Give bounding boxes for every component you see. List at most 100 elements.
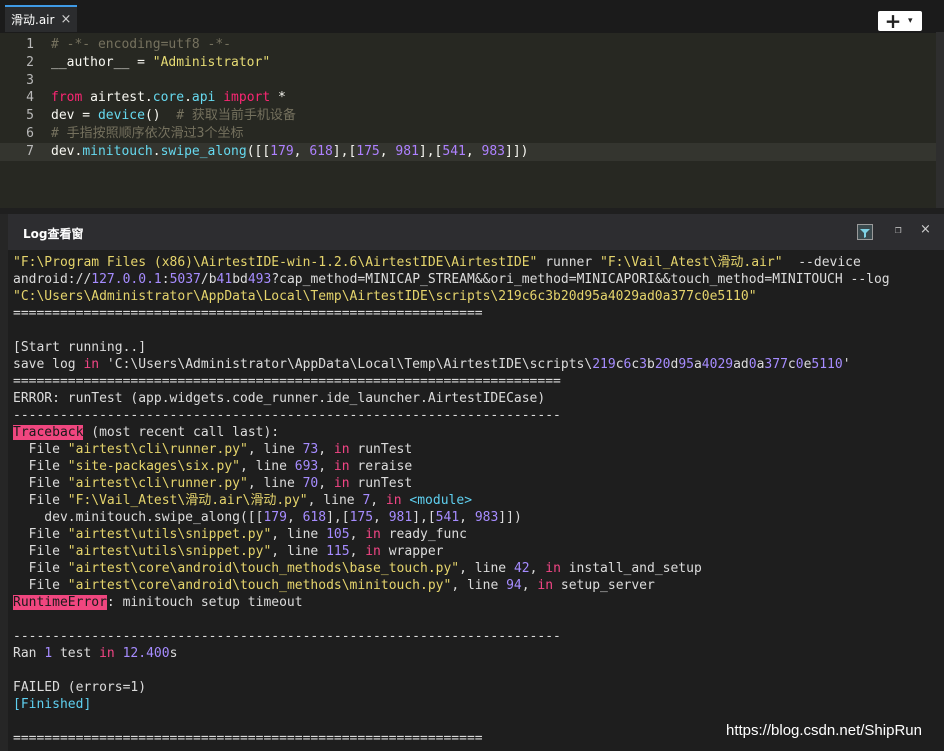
log-token: File — [13, 527, 68, 542]
log-token: , — [521, 578, 538, 593]
code-token: . — [184, 90, 192, 106]
code-text: dev = device() # 获取当前手机设备 — [51, 107, 296, 125]
code-token: import — [223, 90, 271, 106]
code-token: ([[ — [246, 143, 271, 159]
log-token: "C:\Users\Administrator\AppData\Local\Te… — [13, 289, 757, 304]
log-token: a — [693, 357, 702, 372]
log-token: "site-packages\six.py" — [67, 459, 240, 474]
log-token: File — [13, 578, 68, 593]
filter-icon[interactable] — [857, 224, 873, 240]
chevron-down-icon[interactable]: ▾ — [908, 16, 922, 26]
code-token: ],[ — [332, 143, 357, 159]
log-line: File "airtest\core\android\touch_methods… — [13, 560, 890, 577]
log-token: 983 — [474, 510, 499, 525]
log-line: File "airtest\core\android\touch_methods… — [13, 577, 890, 594]
log-token: [Start running..] — [13, 340, 147, 355]
code-token: # 手指按照顺序依次滑过3个坐标 — [51, 125, 244, 141]
log-token: [Finished] — [13, 697, 92, 712]
log-token: 95 — [678, 357, 694, 372]
log-token: in — [83, 357, 100, 372]
code-token: . — [152, 143, 161, 159]
log-header: Log查看窗 ❐ × — [8, 214, 944, 250]
log-token: , — [349, 544, 366, 559]
code-line[interactable]: 2 __author__ = "Administrator" — [0, 54, 936, 72]
code-editor[interactable]: 1 # -*- encoding=utf8 -*- 2 __author__ = "A… — [0, 36, 936, 161]
code-line[interactable]: 1 # -*- encoding=utf8 -*- — [0, 36, 936, 54]
code-line[interactable]: 3 — [0, 72, 936, 90]
code-token: airtest. — [82, 90, 153, 106]
log-token: 3 — [639, 357, 647, 372]
log-token: 127.0.0.1 — [91, 272, 162, 287]
log-token: c — [787, 357, 796, 372]
new-file-button[interactable]: + ▾ — [878, 11, 922, 31]
log-token: 541 — [435, 510, 460, 525]
log-token: , line — [271, 544, 327, 559]
log-token: 70 — [302, 476, 319, 491]
code-token: "Administrator" — [152, 54, 271, 70]
close-log-icon[interactable]: × — [920, 222, 931, 237]
restore-window-icon[interactable]: ❐ — [895, 223, 902, 236]
log-token: test — [52, 646, 100, 661]
code-token: , — [379, 143, 396, 159]
code-line[interactable]: 4 from airtest.core.api import * — [0, 89, 936, 107]
log-token: dev.minitouch.swipe_along([[ — [13, 510, 264, 525]
log-token: , — [349, 527, 366, 542]
log-token: File — [13, 561, 68, 576]
log-token: 20 — [654, 357, 671, 372]
log-line: File "airtest\cli\runner.py", line 70, i… — [13, 475, 890, 492]
code-token: , — [465, 143, 482, 159]
code-text: __author__ = "Administrator" — [51, 54, 270, 72]
log-token: "airtest\cli\runner.py" — [67, 442, 248, 457]
log-token: 94 — [506, 578, 522, 593]
log-token: ad — [733, 357, 749, 372]
code-line[interactable]: 7 dev.minitouch.swipe_along([[179, 618],[… — [0, 142, 936, 161]
close-tab-icon[interactable]: × — [60, 12, 71, 27]
log-token: , line — [247, 476, 303, 491]
code-token: # 获取当前手机设备 — [176, 108, 296, 124]
code-token: () — [144, 108, 177, 124]
editor-scrollbar[interactable] — [936, 32, 944, 208]
log-line: "F:\Program Files (x86)\AirtestIDE-win-1… — [13, 254, 890, 271]
log-token: 175 — [349, 510, 374, 525]
log-token: /b — [200, 272, 217, 287]
log-token: 105 — [326, 527, 350, 542]
log-line: File "airtest\utils\snippet.py", line 11… — [13, 543, 890, 560]
log-token: File — [13, 493, 68, 508]
log-token: , line — [239, 459, 295, 474]
log-token: ?cap_method=MINICAP_STREAM&&ori_method=M… — [271, 272, 890, 287]
log-token: , line — [451, 578, 507, 593]
code-line[interactable]: 5 dev = device() # 获取当前手机设备 — [0, 107, 936, 125]
log-line: Traceback (most recent call last): — [13, 424, 890, 441]
code-token: 983 — [481, 143, 506, 159]
code-token: ]]) — [505, 143, 529, 159]
line-number: 7 — [26, 143, 34, 159]
log-token: , — [318, 476, 334, 491]
log-token: "F:\Vail_Atest\滑动.air\滑动.py" — [67, 493, 308, 508]
log-token: c — [631, 357, 640, 372]
log-output[interactable]: "F:\Program Files (x86)\AirtestIDE-win-1… — [8, 250, 944, 751]
code-line[interactable]: 6 # 手指按照顺序依次滑过3个坐标 — [0, 125, 936, 143]
tab-bar: 滑动.air × + ▾ — [0, 0, 944, 33]
log-token: 618 — [302, 510, 327, 525]
log-token: 981 — [388, 510, 413, 525]
log-token: in — [545, 561, 561, 576]
log-token: s — [169, 646, 178, 661]
log-token: reraise — [349, 459, 413, 474]
log-token: 41 — [216, 272, 233, 287]
file-tab[interactable]: 滑动.air × — [5, 5, 77, 32]
log-token: (most recent call last): — [83, 425, 280, 440]
log-token: 1 — [44, 646, 53, 661]
log-token: File — [13, 476, 68, 491]
code-token: device — [97, 108, 145, 124]
log-token: , — [318, 459, 334, 474]
log-token: "airtest\utils\snippet.py" — [67, 544, 272, 559]
log-line: save log in 'C:\Users\Administrator\AppD… — [13, 356, 890, 373]
error-highlight: RuntimeError — [13, 595, 107, 610]
log-token: , line — [247, 442, 303, 457]
line-number: 2 — [26, 54, 34, 70]
code-token: minitouch — [82, 143, 153, 159]
plus-icon[interactable]: + — [878, 11, 908, 31]
log-token: , line — [271, 527, 327, 542]
log-token: c — [615, 357, 624, 372]
log-line: ----------------------------------------… — [13, 407, 890, 424]
